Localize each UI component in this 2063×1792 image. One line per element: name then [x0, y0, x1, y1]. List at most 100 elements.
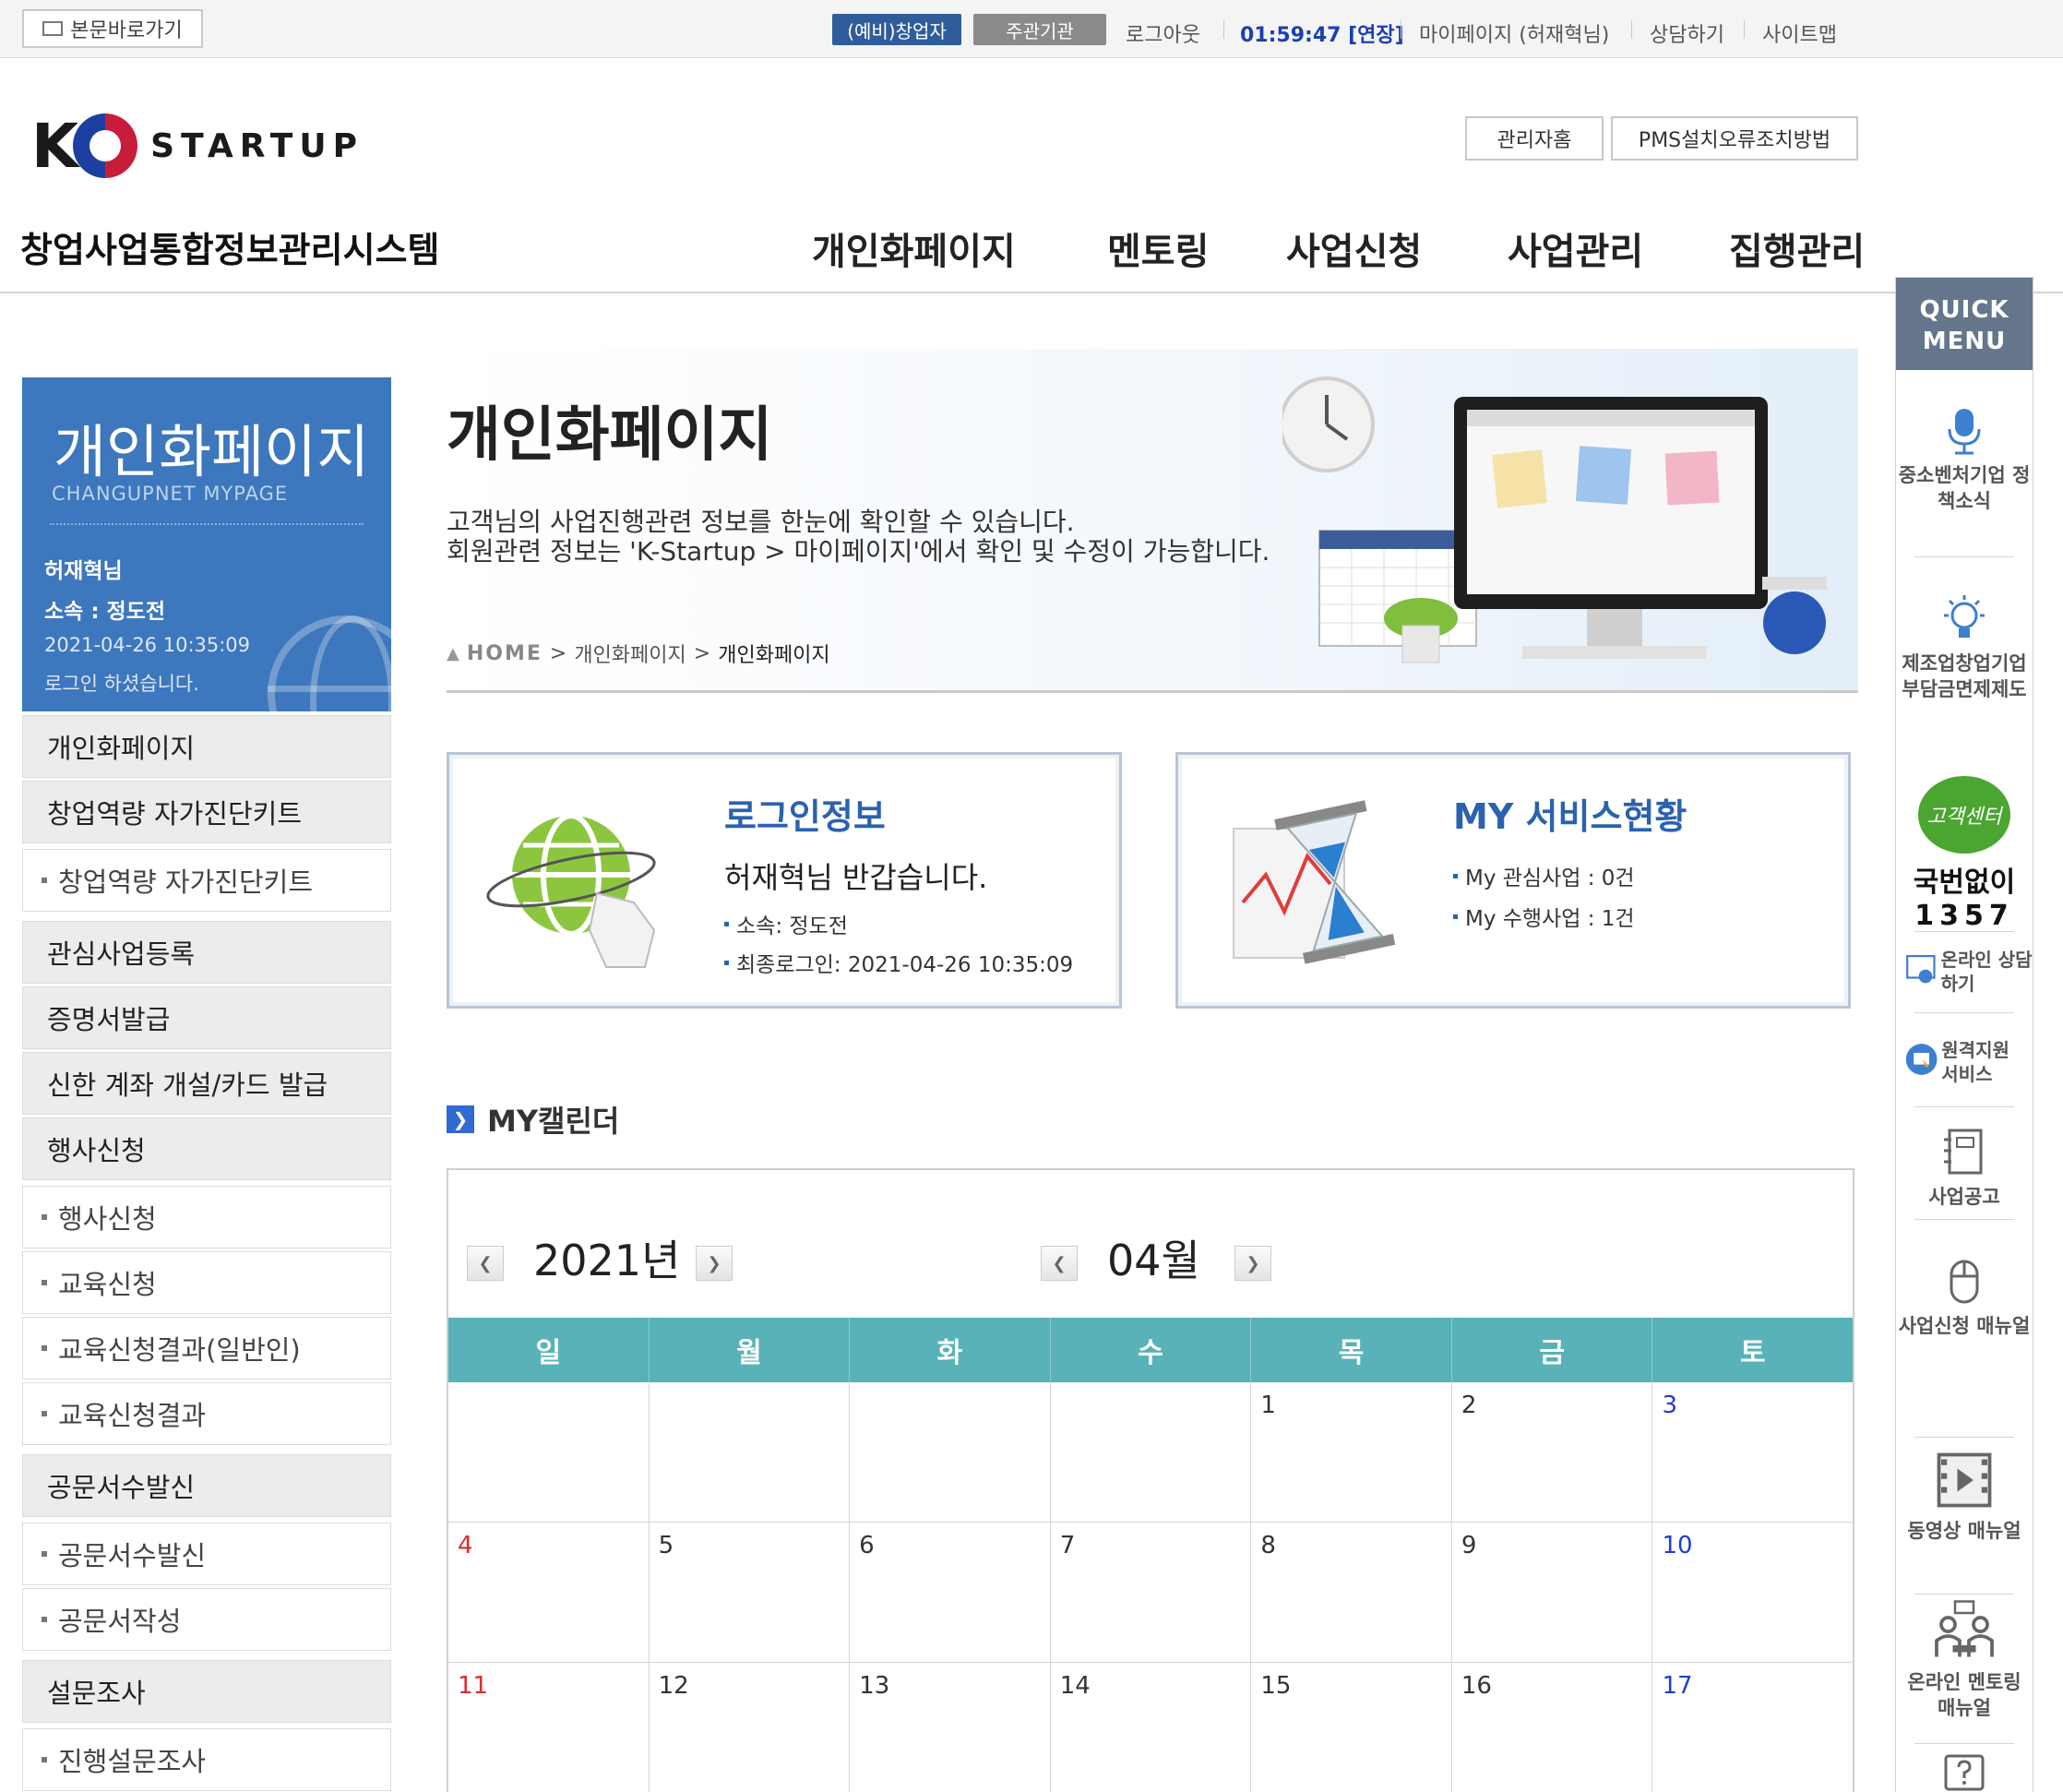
sidebar-item-14[interactable]: 설문조사 [22, 1660, 391, 1723]
calendar-day-cell[interactable]: 4 [448, 1523, 650, 1662]
sidebar-item-4[interactable]: 증명서발급 [22, 986, 391, 1049]
quick-mentoring-manual[interactable]: 온라인 멘토링 매뉴얼 [1896, 1599, 2033, 1721]
bullet-icon [724, 960, 729, 965]
breadcrumb-mid[interactable]: 개인화페이지 [574, 639, 686, 668]
calendar-day-cell[interactable]: 13 [850, 1663, 1051, 1792]
bullet-icon [42, 1757, 47, 1762]
calendar-day-cell[interactable]: 11 [448, 1663, 650, 1792]
pms-install-fix-button[interactable]: PMS설치오류조치방법 [1611, 116, 1858, 161]
logout-link[interactable]: 로그아웃 [1126, 18, 1200, 48]
sidebar-item-0[interactable]: 개인화페이지 [22, 715, 391, 778]
quick-remote-support[interactable]: 원격지원 서비스 [1896, 1033, 2033, 1086]
breadcrumb-separator: > [549, 641, 567, 665]
consult-link[interactable]: 상담하기 [1650, 18, 1724, 48]
calendar-day-cell[interactable]: 17 [1652, 1663, 1853, 1792]
gnb-business-apply[interactable]: 사업신청 [1286, 221, 1422, 275]
divider [1223, 20, 1224, 39]
sidebar-subitem-10[interactable]: 교육신청결과 [22, 1382, 391, 1445]
quick-menu: QUICK MENU 중소벤처기업 정책소식 제조업창업기업 부담금면제제도 고… [1895, 277, 2033, 1792]
divider [1631, 20, 1632, 39]
calendar-day-cell[interactable]: 15 [1251, 1663, 1452, 1792]
calendar-day-cell[interactable]: 14 [1051, 1663, 1252, 1792]
quick-online-consult[interactable]: 온라인 상담하기 [1896, 942, 2033, 996]
calendar-empty-cell [650, 1382, 851, 1522]
sidebar-banner-title: 개인화페이지 [54, 418, 370, 485]
prev-month-button[interactable]: ❮ [1041, 1246, 1078, 1281]
interest-business-item[interactable]: My 관심사업 : 0건 [1453, 860, 1635, 891]
quick-policy-news[interactable]: 중소벤처기업 정책소식 [1896, 405, 2033, 514]
gnb-execution-manage[interactable]: 집행관리 [1729, 221, 1865, 275]
sidebar-subitem-13[interactable]: 공문서작성 [22, 1588, 391, 1651]
window-icon [42, 21, 64, 36]
login-dept-item: 소속: 정도전 [724, 908, 848, 939]
weekday-header: 금 [1452, 1318, 1653, 1382]
sidebar-subitem-9[interactable]: 교육신청결과(일반인) [22, 1317, 391, 1380]
quick-manufacturing-exemption[interactable]: 제조업창업기업 부담금면제제도 [1896, 593, 2033, 702]
calendar-day-cell[interactable]: 3 [1652, 1382, 1853, 1522]
calendar-empty-cell [1051, 1382, 1252, 1522]
quick-remote-support-label: 원격지원 서비스 [1941, 1039, 2009, 1085]
quick-help[interactable] [1896, 1750, 2033, 1792]
calendar-day-cell[interactable]: 5 [650, 1523, 851, 1662]
lightbulb-icon [1944, 595, 1985, 638]
gnb-mentoring[interactable]: 멘토링 [1107, 221, 1209, 275]
next-month-button[interactable]: ❯ [1234, 1246, 1271, 1281]
skip-to-content-button[interactable]: 본문바로가기 [22, 9, 203, 48]
sidebar-subitem-8[interactable]: 교육신청 [22, 1251, 391, 1314]
login-greeting: 허재혁님 반갑습니다. [724, 860, 988, 895]
next-year-button[interactable]: ❯ [696, 1246, 733, 1281]
sidebar-item-6[interactable]: 행사신청 [22, 1117, 391, 1180]
notebook-icon [1944, 1129, 1983, 1175]
quick-video-manual[interactable]: 동영상 매뉴얼 [1896, 1448, 2033, 1544]
login-message: 로그인 하셨습니다. [44, 673, 199, 695]
calendar-day-cell[interactable]: 8 [1251, 1523, 1452, 1662]
admin-home-button[interactable]: 관리자홈 [1465, 116, 1604, 161]
sidebar-subitem-15[interactable]: 진행설문조사 [22, 1728, 391, 1791]
calendar-day-cell[interactable]: 9 [1452, 1523, 1653, 1662]
home-icon: ▲ [447, 643, 459, 663]
quick-business-notice-label: 사업공고 [1928, 1186, 2000, 1208]
bullet-icon [42, 1411, 47, 1416]
my-service-card: MY 서비스현황 My 관심사업 : 0건 My 수행사업 : 1건 [1175, 752, 1851, 1009]
session-timer-link[interactable]: 01:59:47 [연장] [1240, 18, 1404, 48]
calendar-day-cell[interactable]: 2 [1452, 1382, 1653, 1522]
sidebar-subitem-2[interactable]: 창업역량 자가진단키트 [22, 849, 391, 912]
k-startup-logo[interactable]: K STARTUP [31, 109, 364, 183]
role-host-org-button[interactable]: 주관기관 [973, 14, 1106, 45]
sidebar-item-3[interactable]: 관심사업등록 [22, 921, 391, 984]
calendar-day-cell[interactable]: 6 [850, 1523, 1051, 1662]
last-login: 최종로그인: 2021-04-26 10:35:09 [736, 953, 1074, 977]
weekday-header: 화 [850, 1318, 1051, 1382]
sitemap-link[interactable]: 사이트맵 [1762, 18, 1837, 48]
sidebar-subitem-7[interactable]: 행사신청 [22, 1186, 391, 1248]
sidebar-item-label: 설문조사 [47, 1678, 146, 1709]
quick-menu-title-2: MENU [1922, 328, 2007, 355]
calendar-title-text: MY캘린더 [487, 1104, 620, 1139]
page-title: 개인화페이지 [447, 401, 773, 470]
mypage-link[interactable]: 마이페이지 (허재혁님) [1419, 18, 1609, 48]
gnb-business-manage[interactable]: 사업관리 [1508, 221, 1643, 275]
divider [1914, 1012, 2014, 1013]
quick-apply-manual[interactable]: 사업신청 매뉴얼 [1896, 1256, 2033, 1339]
hourglass-chart-icon [1233, 800, 1396, 964]
calendar-day-cell[interactable]: 1 [1251, 1382, 1452, 1522]
divider [1914, 1743, 2014, 1744]
breadcrumb-home[interactable]: HOME [467, 642, 543, 665]
role-founder-button[interactable]: (예비)창업자 [832, 14, 961, 45]
weekday-header: 목 [1251, 1318, 1452, 1382]
gnb-personal-page[interactable]: 개인화페이지 [812, 221, 1016, 275]
calendar-day-cell[interactable]: 7 [1051, 1523, 1252, 1662]
sidebar-item-1[interactable]: 창업역량 자가진단키트 [22, 781, 391, 843]
sidebar-item-11[interactable]: 공문서수발신 [22, 1454, 391, 1517]
calendar-day-cell[interactable]: 16 [1452, 1663, 1653, 1792]
running-business-item[interactable]: My 수행사업 : 1건 [1453, 901, 1635, 932]
bullet-icon [42, 1345, 47, 1351]
calendar-week-row: 4 5 6 7 8 9 10 [448, 1523, 1853, 1663]
bullet-icon [42, 878, 47, 883]
sidebar-subitem-12[interactable]: 공문서수발신 [22, 1523, 391, 1585]
calendar-day-cell[interactable]: 12 [650, 1663, 851, 1792]
quick-business-notice[interactable]: 사업공고 [1896, 1127, 2033, 1210]
prev-year-button[interactable]: ❮ [467, 1246, 504, 1281]
calendar-day-cell[interactable]: 10 [1652, 1523, 1853, 1662]
sidebar-item-5[interactable]: 신한 계좌 개설/카드 발급 [22, 1052, 391, 1115]
